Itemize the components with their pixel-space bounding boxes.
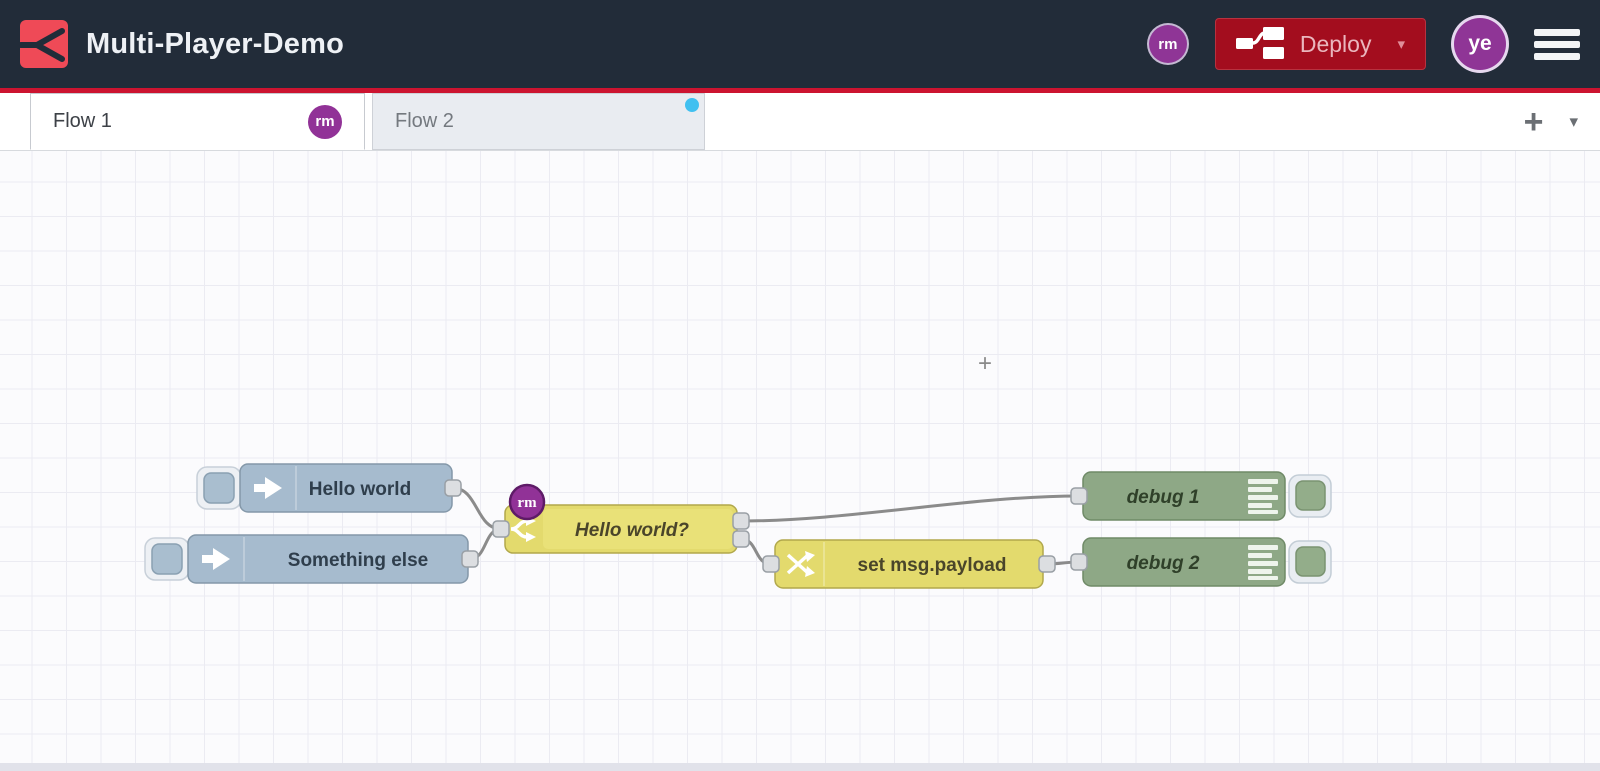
main-menu-button[interactable] xyxy=(1534,28,1580,60)
node-debug-1[interactable]: debug 1 xyxy=(1070,471,1332,521)
page-title: Multi-Player-Demo xyxy=(86,27,344,60)
inject-button-inner[interactable] xyxy=(203,472,235,504)
collaborator-badge: rm xyxy=(508,483,546,521)
input-port[interactable] xyxy=(492,520,510,538)
workspace-tabbar: Flow 1 rm Flow 2 + ▾ xyxy=(0,93,1600,151)
debug-toggle-inner[interactable] xyxy=(1295,480,1326,511)
add-flow-button[interactable]: + xyxy=(1524,105,1544,139)
output-port-2[interactable] xyxy=(732,530,750,548)
flow-canvas[interactable]: Hello world Something else Hello world? … xyxy=(0,151,1600,771)
menu-bar-icon xyxy=(1534,28,1580,36)
tab-flow-1-label: Flow 1 xyxy=(53,110,112,132)
input-port[interactable] xyxy=(762,555,780,573)
node-inject-something-else[interactable]: Something else xyxy=(144,534,479,584)
output-port-1[interactable] xyxy=(732,512,750,530)
menu-bar-icon xyxy=(1534,40,1580,48)
menu-bar-icon xyxy=(1534,52,1580,60)
deploy-dropdown-caret[interactable]: ▾ xyxy=(1387,35,1405,53)
node-label: debug 2 xyxy=(1127,553,1200,574)
deploy-label: Deploy xyxy=(1299,30,1372,57)
tab-collaborator-badge: rm xyxy=(308,104,342,139)
tab-list-caret-button[interactable]: ▾ xyxy=(1569,112,1578,132)
unsaved-changes-dot xyxy=(685,98,699,112)
node-debug-2[interactable]: debug 2 xyxy=(1070,537,1332,587)
node-change-set-msg-payload[interactable]: set msg.payload xyxy=(762,539,1056,589)
tabbar-actions: + ▾ xyxy=(1524,93,1600,150)
node-label: debug 1 xyxy=(1127,487,1200,508)
input-port[interactable] xyxy=(1070,487,1088,505)
debug-toggle-inner[interactable] xyxy=(1295,546,1326,577)
node-label: set msg.payload xyxy=(858,555,1007,576)
tab-flow-2-label: Flow 2 xyxy=(395,110,454,132)
collaborator-badge-label: rm xyxy=(517,495,537,511)
collaborator-avatar[interactable]: rm xyxy=(1148,25,1187,63)
output-port[interactable] xyxy=(1038,555,1056,573)
node-inject-hello-world[interactable]: Hello world xyxy=(196,463,462,513)
user-avatar[interactable]: ye xyxy=(1454,18,1506,70)
node-label: Hello world? xyxy=(575,520,689,541)
output-port[interactable] xyxy=(461,550,479,568)
flowfuse-logo[interactable] xyxy=(18,20,68,68)
wire-switch-debug1[interactable] xyxy=(740,494,1080,523)
node-switch-hello-world[interactable]: Hello world? rm xyxy=(492,483,750,554)
bottom-edge-strip xyxy=(0,763,1600,771)
inject-button-inner[interactable] xyxy=(151,543,183,575)
flow-editor: Multi-Player-Demo rm Deploy ▾ ye Flow 1 … xyxy=(0,0,1600,771)
deploy-icon xyxy=(1235,24,1284,65)
output-port[interactable] xyxy=(444,479,462,497)
deploy-button[interactable]: Deploy ▾ xyxy=(1214,18,1426,70)
tab-flow-2[interactable]: Flow 2 xyxy=(372,93,705,150)
header-actions: rm Deploy ▾ ye xyxy=(1148,18,1580,70)
node-label: Something else xyxy=(288,550,428,571)
input-port[interactable] xyxy=(1070,553,1088,571)
tab-flow-1[interactable]: Flow 1 rm xyxy=(30,93,365,150)
node-label: Hello world xyxy=(309,479,411,500)
header: Multi-Player-Demo rm Deploy ▾ ye xyxy=(0,0,1600,88)
